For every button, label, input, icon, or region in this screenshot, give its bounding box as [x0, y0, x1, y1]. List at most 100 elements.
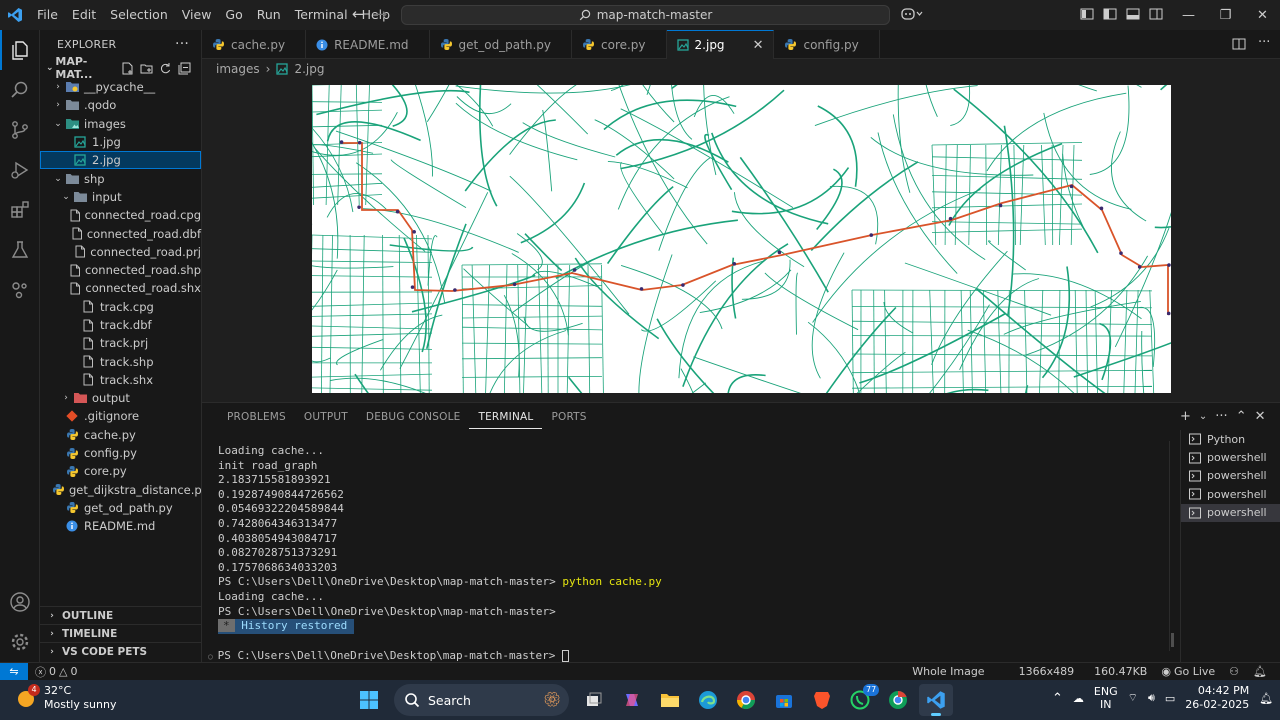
notifications-bell-icon[interactable]: 🔔︎ — [1246, 665, 1274, 678]
file-explorer-icon[interactable] — [653, 684, 687, 716]
split-editor-icon[interactable] — [1232, 37, 1246, 51]
tree-item-connected-road-cpg[interactable]: connected_road.cpg — [40, 206, 201, 224]
terminal-session-powershell[interactable]: powershell — [1181, 448, 1280, 466]
tree-item-core-py[interactable]: core.py — [40, 462, 201, 480]
menu-terminal[interactable]: Terminal — [288, 0, 355, 30]
tree-item-2-jpg[interactable]: 2.jpg — [40, 151, 201, 170]
tree-item-connected-road-shx[interactable]: connected_road.shx — [40, 279, 201, 297]
menu-run[interactable]: Run — [250, 0, 288, 30]
forward-arrow-icon[interactable]: → — [375, 5, 388, 23]
maximize-icon[interactable]: ❐ — [1207, 0, 1244, 30]
tree-item-get-dijkstra-distance-py[interactable]: get_dijkstra_distance.py — [40, 481, 209, 499]
collapse-all-icon[interactable] — [178, 62, 191, 75]
close-panel-icon[interactable]: ✕ — [1255, 409, 1266, 425]
vscode-taskbar-icon[interactable] — [919, 684, 953, 716]
terminal-scrollbar[interactable] — [1169, 441, 1174, 651]
menu-view[interactable]: View — [175, 0, 219, 30]
weather-widget[interactable]: 4 32°C Mostly sunny — [14, 684, 116, 712]
toggle-panel-icon[interactable] — [1126, 7, 1140, 21]
menu-selection[interactable]: Selection — [103, 0, 175, 30]
tab-problems[interactable]: PROBLEMS — [218, 409, 295, 429]
accounts-icon[interactable] — [0, 582, 40, 622]
feedback-icon[interactable]: ⚇ — [1222, 665, 1246, 678]
menu-edit[interactable]: Edit — [65, 0, 103, 30]
tree-item-shp[interactable]: ⌄ shp — [40, 169, 201, 187]
tree-item-images[interactable]: ⌄ images — [40, 115, 201, 133]
tab-cache-py[interactable]: cache.py — [202, 30, 307, 59]
close-window-icon[interactable]: ✕ — [1244, 0, 1280, 30]
settings-gear-icon[interactable] — [0, 622, 40, 662]
tab-config-py[interactable]: config.py — [774, 30, 880, 59]
toggle-primary-sidebar-icon[interactable] — [1103, 7, 1117, 21]
minimize-icon[interactable]: — — [1170, 0, 1207, 30]
tree-item-cache-py[interactable]: cache.py — [40, 426, 201, 444]
onedrive-sync-icon[interactable]: ☁︎ — [1073, 692, 1084, 705]
start-button[interactable] — [352, 684, 386, 716]
tab-core-py[interactable]: core.py — [572, 30, 667, 59]
whatsapp-icon[interactable]: 77 — [843, 684, 880, 716]
panel-more-icon[interactable]: ··· — [1215, 409, 1227, 425]
terminal-session-python[interactable]: Python — [1181, 430, 1280, 448]
close-tab-icon[interactable]: ✕ — [753, 38, 764, 53]
editor-more-icon[interactable]: ··· — [1258, 36, 1270, 51]
show-hidden-icons-chevron-icon[interactable]: ⌃ — [1052, 691, 1063, 706]
tab-ports[interactable]: PORTS — [542, 409, 595, 429]
clock[interactable]: 04:42 PM 26-02-2025 — [1185, 684, 1249, 712]
taskbar-search[interactable]: Search 🌼︎ — [394, 684, 569, 716]
terminal-output[interactable]: Loading cache... init road_graph 2.1837155… — [208, 444, 1168, 664]
terminal-session-powershell[interactable]: powershell — [1181, 485, 1280, 503]
language-indicator[interactable]: ENG IN — [1094, 685, 1118, 711]
copilot-app-icon[interactable] — [615, 684, 649, 716]
terminal-session-powershell[interactable]: powershell — [1181, 467, 1280, 485]
tree-item-track-shp[interactable]: track.shp — [40, 352, 201, 370]
tree-item-output[interactable]: › output — [40, 389, 201, 407]
project-root[interactable]: ⌄ MAP-MAT... — [40, 55, 201, 81]
remote-window-icon[interactable]: ⇋ — [0, 662, 28, 681]
edge-browser-icon[interactable] — [691, 684, 725, 716]
battery-icon[interactable]: ▭ — [1165, 692, 1175, 705]
tree-item-config-py[interactable]: config.py — [40, 444, 201, 462]
tree-item-pycache[interactable]: › __pycache__ — [40, 78, 201, 96]
wifi-icon[interactable]: ⌔ — [1128, 691, 1138, 705]
tab-terminal[interactable]: TERMINAL — [469, 409, 543, 429]
volume-icon[interactable]: 🔊︎ — [1148, 691, 1155, 705]
new-file-icon[interactable] — [121, 62, 134, 75]
search-view-icon[interactable] — [0, 70, 40, 110]
tree-item-input[interactable]: ⌄ input — [40, 188, 201, 206]
run-debug-icon[interactable] — [0, 150, 40, 190]
problems-indicator[interactable]: ⓧ 0 △ 0 — [28, 664, 84, 680]
tree-item-get-od-path-py[interactable]: get_od_path.py — [40, 499, 201, 517]
explorer-icon[interactable] — [0, 30, 40, 70]
new-folder-icon[interactable] — [140, 62, 153, 75]
tree-item-qodo[interactable]: › .qodo — [40, 96, 201, 114]
tab-output[interactable]: OUTPUT — [295, 409, 357, 429]
task-view-icon[interactable] — [577, 684, 611, 716]
menu-file[interactable]: File — [30, 0, 65, 30]
copilot-icon[interactable] — [900, 6, 924, 22]
testing-flask-icon[interactable] — [0, 230, 40, 270]
terminal-cursor[interactable] — [562, 649, 570, 662]
tab-get-od-path-py[interactable]: get_od_path.py — [430, 30, 572, 59]
outline-section[interactable]: › OUTLINE — [40, 606, 201, 624]
breadcrumb-folder[interactable]: images — [216, 62, 260, 76]
toggle-secondary-sidebar-icon[interactable] — [1149, 7, 1163, 21]
more-actions-icon[interactable]: ··· — [175, 36, 189, 52]
tree-item-connected-road-dbf[interactable]: connected_road.dbf — [40, 224, 201, 242]
tab-debug-console[interactable]: DEBUG CONSOLE — [357, 409, 470, 429]
tree-item-1-jpg[interactable]: 1.jpg — [40, 133, 201, 151]
microsoft-store-icon[interactable] — [767, 684, 801, 716]
notification-center-icon[interactable]: 🔔︎ — [1259, 692, 1273, 705]
tree-item-track-dbf[interactable]: track.dbf — [40, 316, 201, 334]
chrome-profile-icon[interactable] — [881, 684, 915, 716]
extensions-icon[interactable] — [0, 190, 40, 230]
command-center[interactable]: map-match-master — [401, 5, 890, 25]
layout-customize-icon[interactable] — [1080, 7, 1094, 21]
terminal-session-powershell[interactable]: powershell — [1181, 503, 1280, 522]
new-terminal-icon[interactable]: + — [1180, 409, 1191, 425]
go-live-button[interactable]: ◉ Go Live — [1154, 665, 1222, 678]
tree-item-readme-md[interactable]: README.md — [40, 517, 201, 535]
tree-item-track-prj[interactable]: track.prj — [40, 334, 201, 352]
vscode-pets-section[interactable]: › VS CODE PETS — [40, 642, 201, 660]
view-mode[interactable]: Whole Image — [905, 665, 991, 678]
breadcrumb-file[interactable]: 2.jpg — [294, 62, 324, 76]
